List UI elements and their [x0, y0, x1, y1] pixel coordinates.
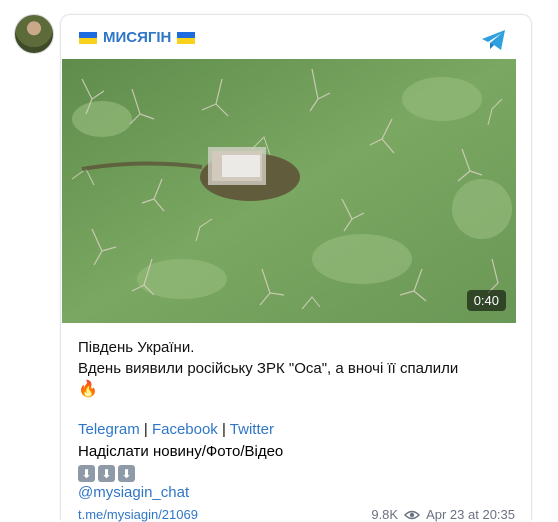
telegram-link[interactable]: Telegram: [78, 421, 140, 438]
view-count: 9.8K: [371, 507, 399, 522]
link-separator: |: [217, 421, 230, 438]
video-thumbnail[interactable]: 0:40: [62, 59, 516, 323]
channel-title[interactable]: МИСЯГІН: [79, 29, 196, 46]
eye-icon: [404, 510, 421, 519]
post-meta: 9.8K Apr 23 at 20:35: [371, 507, 515, 522]
post-links: Telegram | Facebook | Twitter Надіслати …: [78, 419, 518, 504]
aerial-forest-image: [62, 59, 516, 323]
down-arrow-icon: ⬇: [118, 465, 135, 482]
post-date: Apr 23 at 20:35: [426, 507, 515, 522]
post-header: МИСЯГІН: [61, 15, 531, 59]
fire-emoji: 🔥: [78, 381, 98, 398]
ukraine-flag-icon: [177, 31, 196, 44]
post-text-line: Південь України.: [78, 339, 195, 356]
send-news-text: Надіслати новину/Фото/Відео: [78, 443, 284, 460]
post-url-link[interactable]: t.me/mysiagin/21069: [78, 507, 198, 522]
twitter-link[interactable]: Twitter: [230, 421, 274, 438]
arrow-emojis: ⬇ ⬇ ⬇: [78, 465, 518, 482]
facebook-link[interactable]: Facebook: [152, 421, 218, 438]
channel-avatar[interactable]: [14, 14, 54, 54]
post-text: Південь України. Вдень виявили російську…: [78, 337, 518, 400]
chat-link[interactable]: @mysiagin_chat: [78, 484, 189, 501]
telegram-post-card: МИСЯГІН 0:40 Південь України. Вдень вияв…: [60, 14, 532, 522]
channel-name: МИСЯГІН: [103, 29, 172, 46]
link-separator: |: [139, 421, 152, 438]
post-text-line: Вдень виявили російську ЗРК "Оса", а вно…: [78, 360, 459, 377]
down-arrow-icon: ⬇: [98, 465, 115, 482]
ukraine-flag-icon: [79, 31, 97, 44]
down-arrow-icon: ⬇: [78, 465, 95, 482]
telegram-plane-icon[interactable]: [481, 29, 507, 51]
video-duration: 0:40: [466, 290, 506, 311]
